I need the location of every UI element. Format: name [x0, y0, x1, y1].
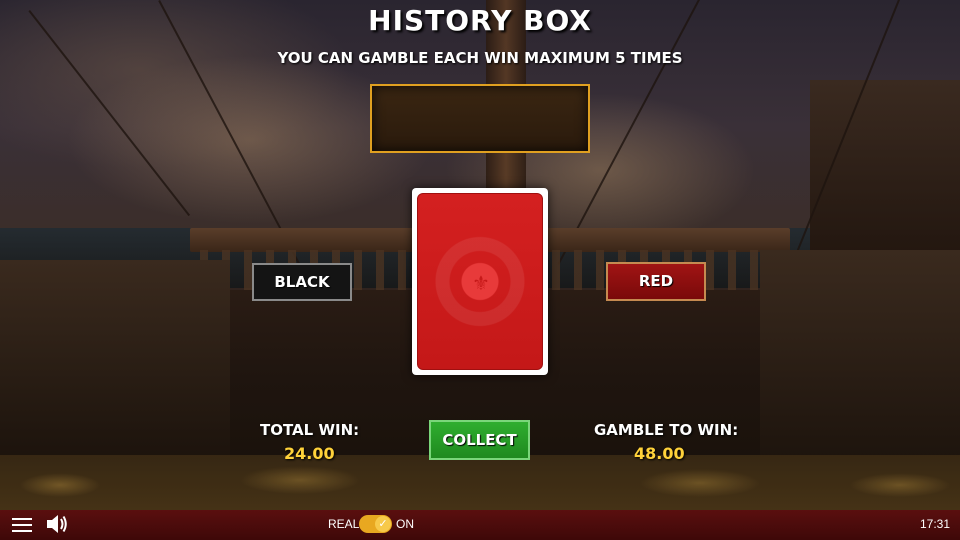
page-title: HISTORY BOX	[368, 4, 592, 37]
clock: 17:31	[919, 517, 950, 531]
rope	[158, 0, 301, 266]
menu-icon[interactable]	[12, 518, 32, 532]
gamble-to-win-value: 48.00	[634, 444, 685, 463]
gamble-rules-text: YOU CAN GAMBLE EACH WIN MAXIMUM 5 TIMES	[277, 49, 683, 67]
bottom-bar	[0, 510, 960, 540]
mode-real-label: REAL	[328, 517, 360, 531]
gamble-card: ⚜	[412, 188, 548, 375]
total-win-value: 24.00	[284, 444, 335, 463]
mode-on-label: ON	[396, 517, 414, 531]
check-icon: ✓	[375, 516, 391, 532]
history-box	[370, 84, 590, 153]
ship-hull-left	[0, 260, 230, 460]
sound-icon[interactable]	[45, 513, 69, 535]
gold-coins-pile	[0, 455, 960, 510]
rope	[28, 10, 191, 217]
black-button[interactable]: BLACK	[252, 263, 352, 301]
fleur-de-lis-icon: ⚜	[472, 271, 490, 295]
ship-hull-right	[760, 250, 960, 470]
ship-cabin	[810, 80, 960, 260]
card-back: ⚜	[417, 193, 543, 370]
red-button[interactable]: RED	[606, 262, 706, 301]
real-mode-toggle[interactable]: ✓	[359, 515, 392, 533]
collect-button[interactable]: COLLECT	[429, 420, 530, 460]
gamble-to-win-label: GAMBLE TO WIN:	[594, 421, 739, 439]
total-win-label: TOTAL WIN:	[260, 421, 360, 439]
